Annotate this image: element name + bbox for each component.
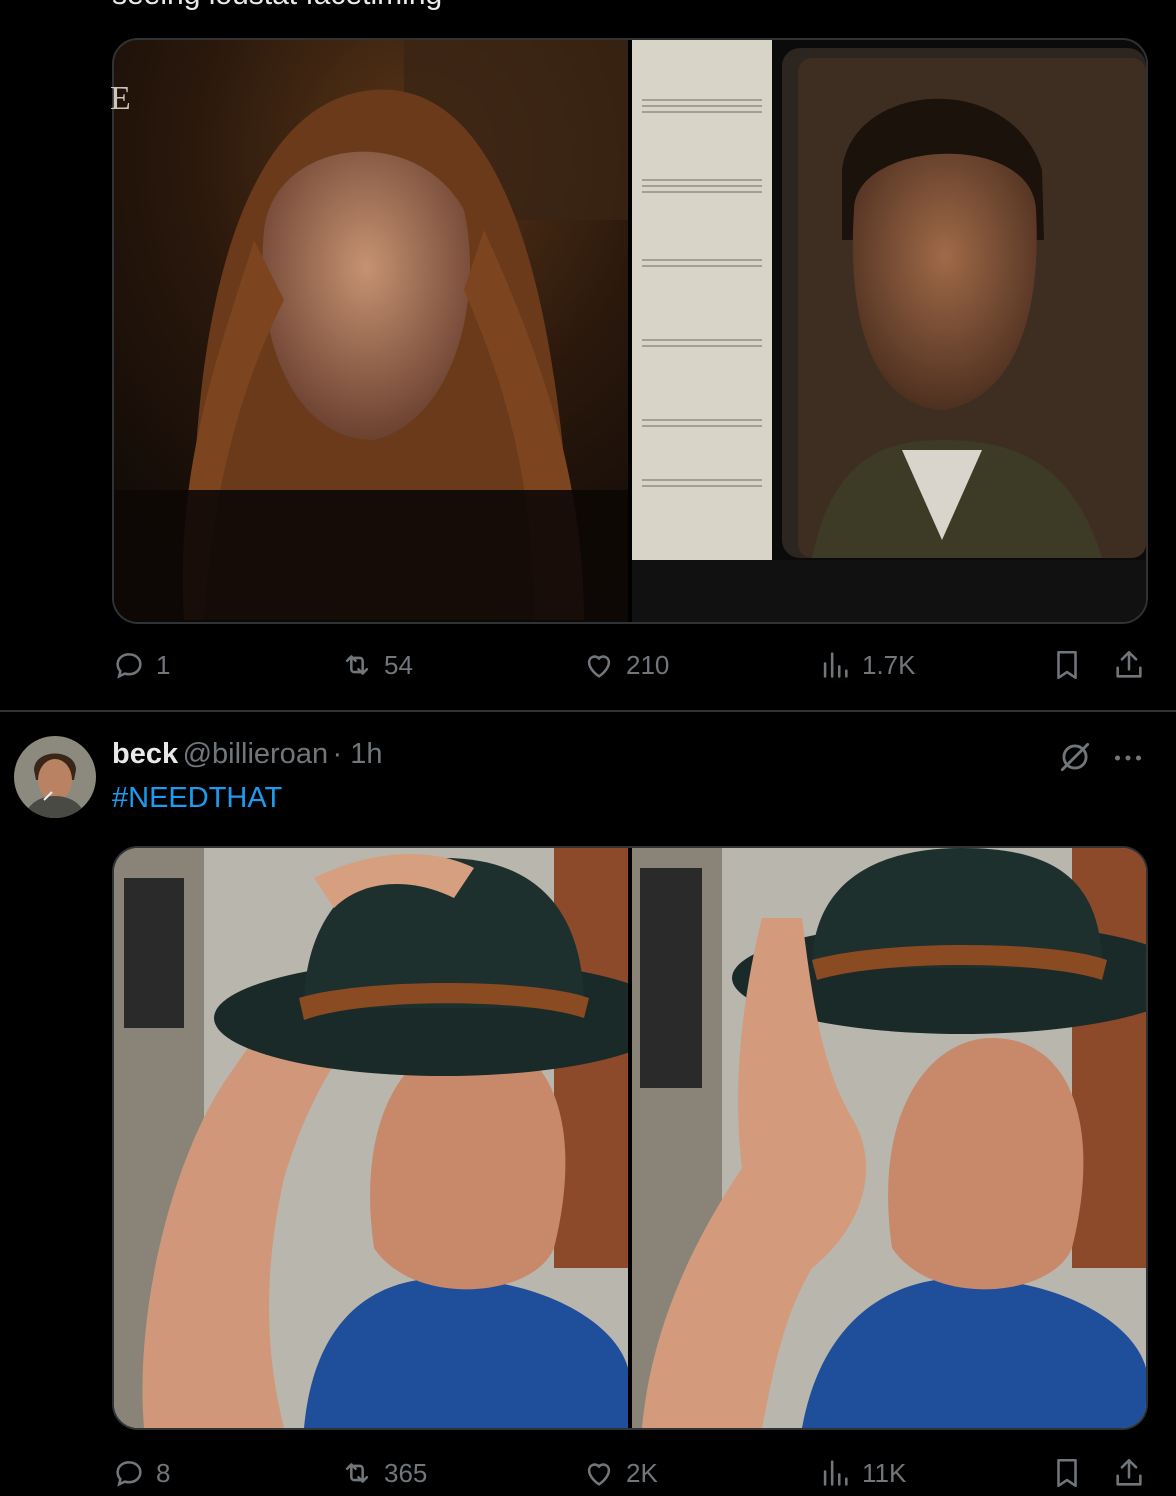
heart-icon (587, 1463, 611, 1486)
tweet-media[interactable] (112, 846, 1148, 1430)
tweet-separator (0, 710, 1176, 712)
bookmark-icon (1057, 650, 1077, 680)
like-button[interactable]: 210 (582, 648, 669, 682)
avatar-image (14, 736, 96, 818)
share-icon (1116, 650, 1142, 678)
media-overlay-text: E (110, 80, 131, 117)
hashtag-link[interactable]: #NEEDTHAT (112, 782, 282, 815)
tweet-time[interactable]: · 1h (333, 738, 383, 770)
reply-button[interactable]: 1 (112, 648, 170, 682)
views-icon (823, 1460, 848, 1486)
tweet-media[interactable] (112, 38, 1148, 624)
reply-icon (116, 653, 142, 679)
views-icon (823, 652, 848, 678)
reply-count: 1 (156, 649, 171, 680)
media-image-right[interactable] (632, 848, 1146, 1428)
more-button[interactable] (1110, 740, 1146, 781)
tweet-text: seeing loustat facetiming (112, 0, 442, 12)
views-count: 11K (862, 1457, 907, 1488)
more-icon (1114, 755, 1142, 761)
author-handle[interactable]: @billieroan (183, 738, 329, 770)
heart-icon (587, 655, 611, 678)
views-count: 1.7K (862, 649, 916, 680)
media-image-right[interactable] (632, 40, 1146, 622)
retweet-count: 54 (384, 649, 413, 680)
author-name[interactable]: beck (112, 738, 178, 770)
retweet-count: 365 (384, 1457, 428, 1488)
media-image-left[interactable] (114, 848, 628, 1428)
like-count: 2K (626, 1457, 658, 1488)
man-facetime-image (632, 40, 1146, 622)
reply-icon (116, 1461, 142, 1487)
avatar[interactable] (14, 736, 96, 818)
retweet-icon (345, 1463, 369, 1483)
grok-button[interactable] (1056, 738, 1094, 781)
share-button[interactable] (1112, 648, 1146, 682)
grok-icon (1060, 742, 1090, 772)
cowboy-point-image (632, 848, 1146, 1428)
share-icon (1116, 1458, 1142, 1486)
man-long-hair-image (114, 40, 628, 622)
tweet-header: beck @billieroan · 1h (112, 738, 383, 771)
cowboy-hat-tip-image (114, 848, 628, 1428)
reply-count: 8 (156, 1457, 171, 1488)
share-button[interactable] (1112, 1456, 1146, 1490)
like-button[interactable]: 2K (582, 1456, 658, 1490)
media-image-left[interactable] (114, 40, 628, 622)
views-button[interactable]: 1.7K (818, 648, 916, 682)
retweet-button[interactable]: 54 (340, 648, 413, 682)
bookmark-button[interactable] (1050, 1456, 1084, 1490)
bookmark-button[interactable] (1050, 648, 1084, 682)
like-count: 210 (626, 649, 670, 680)
views-button[interactable]: 11K (818, 1456, 906, 1490)
retweet-icon (345, 655, 369, 675)
bookmark-icon (1057, 1458, 1077, 1488)
retweet-button[interactable]: 365 (340, 1456, 427, 1490)
reply-button[interactable]: 8 (112, 1456, 170, 1490)
